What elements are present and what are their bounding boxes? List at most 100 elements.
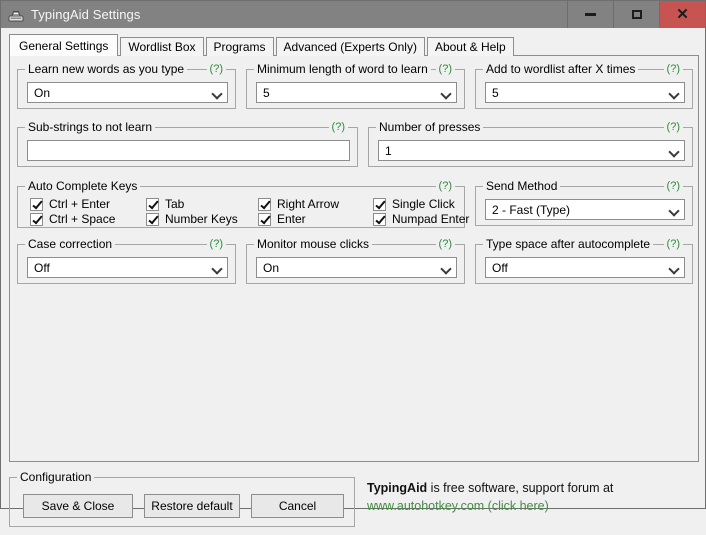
group-legend: Send Method [483,180,561,193]
minimum-length-combobox[interactable]: 5 [256,82,457,103]
promo-line: TypingAid is free software, support foru… [367,481,697,495]
chevron-down-icon [664,264,684,272]
group-add-to-wordlist: Add to wordlist after X times (?) 5 [475,62,693,109]
group-send-method: Send Method (?) 2 - Fast (Type) [475,179,693,226]
client-area: General Settings Wordlist Box Programs A… [1,28,705,527]
group-substrings-not-learn: Sub-strings to not learn (?) [17,120,358,167]
general-settings-panel: Learn new words as you type (?) On Minim… [9,55,699,462]
group-case-correction: Case correction (?) Off [17,237,236,284]
typingaid-settings-window: TypingAid Settings ✕ General Settings Wo… [0,0,706,527]
help-icon[interactable]: (?) [328,120,348,134]
tab-label: Advanced (Experts Only) [283,40,417,54]
learn-new-words-combobox[interactable]: On [27,82,228,103]
checkbox-label: Single Click [392,197,455,211]
checkbox-single-click[interactable]: Single Click [373,197,455,211]
tab-advanced[interactable]: Advanced (Experts Only) [275,37,425,56]
close-button[interactable]: ✕ [659,1,705,28]
group-legend: Type space after autocomplete [483,238,654,251]
help-icon[interactable]: (?) [663,237,683,251]
help-icon[interactable]: (?) [435,237,455,251]
help-icon[interactable]: (?) [663,62,683,76]
checkbox-tab[interactable]: Tab [146,197,184,211]
number-of-presses-combobox[interactable]: 1 [378,140,685,161]
combobox-value: Off [34,260,50,275]
group-legend: Auto Complete Keys [25,180,141,193]
checkbox-label: Enter [277,212,306,226]
window-title: TypingAid Settings [31,7,141,22]
cancel-button[interactable]: Cancel [251,494,344,518]
promo-tagline: is free software, support forum at [427,481,614,495]
add-to-wordlist-combobox[interactable]: 5 [485,82,685,103]
restore-default-button[interactable]: Restore default [144,494,240,518]
chevron-down-icon [664,147,684,155]
group-legend: Case correction [25,238,116,251]
help-icon[interactable]: (?) [663,179,683,193]
promo-text-block: TypingAid is free software, support foru… [367,481,697,513]
help-icon[interactable]: (?) [435,179,455,193]
tab-label: Programs [213,40,266,54]
help-icon[interactable]: (?) [206,237,226,251]
tab-wordlist-box[interactable]: Wordlist Box [120,37,204,56]
checkbox-ctrl-space[interactable]: Ctrl + Space [30,212,115,226]
chevron-down-icon [664,206,684,214]
tab-label: General Settings [19,38,109,53]
help-icon[interactable]: (?) [663,120,683,134]
checkbox-box [258,197,271,211]
close-icon: ✕ [676,6,689,23]
maximize-icon [631,10,642,19]
chevron-down-icon [207,89,227,97]
tab-strip: General Settings Wordlist Box Programs A… [9,34,516,56]
send-method-combobox[interactable]: 2 - Fast (Type) [485,199,685,220]
checkbox-number-keys[interactable]: Number Keys [146,212,238,226]
group-number-of-presses: Number of presses (?) 1 [368,120,693,167]
checkbox-numpad-enter[interactable]: Numpad Enter [373,212,469,226]
group-auto-complete-keys: Auto Complete Keys (?) Ctrl + Enter Ctrl… [17,179,469,228]
group-legend: Configuration [17,471,95,484]
group-monitor-mouse-clicks: Monitor mouse clicks (?) On [246,237,465,284]
combobox-value: Off [492,260,508,275]
chevron-down-icon [436,89,456,97]
tab-about-help[interactable]: About & Help [426,37,514,56]
bottom-bar: Configuration Save & Close Restore defau… [1,469,706,535]
checkbox-label: Ctrl + Space [49,212,116,226]
checkbox-enter[interactable]: Enter [258,212,306,226]
checkbox-ctrl-enter[interactable]: Ctrl + Enter [30,197,110,211]
checkbox-box [146,212,159,226]
title-bar-left: TypingAid Settings [1,1,567,28]
tab-label: About & Help [434,40,506,54]
combobox-value: 5 [263,85,270,100]
checkbox-box [373,197,386,211]
group-type-space-after-autocomplete: Type space after autocomplete (?) Off [475,237,693,284]
checkbox-right-arrow[interactable]: Right Arrow [258,197,339,211]
autohotkey-link[interactable]: www.autohotkey.com (click here) [367,499,697,513]
combobox-value: 1 [385,143,392,158]
minimize-button[interactable] [567,1,613,28]
typewriter-icon [8,7,24,23]
checkbox-label: Right Arrow [277,197,340,211]
checkbox-box [30,212,43,226]
substrings-input[interactable] [27,140,350,161]
group-legend: Learn new words as you type [25,63,188,76]
help-icon[interactable]: (?) [206,62,226,76]
group-minimum-length: Minimum length of word to learn (?) 5 [246,62,465,109]
title-bar: TypingAid Settings ✕ [1,1,705,28]
save-and-close-button[interactable]: Save & Close [23,494,133,518]
monitor-mouse-clicks-combobox[interactable]: On [256,257,457,278]
combobox-value: 5 [492,85,499,100]
checkbox-box [258,212,271,226]
checkbox-label: Ctrl + Enter [49,197,111,211]
case-correction-combobox[interactable]: Off [27,257,228,278]
maximize-button[interactable] [613,1,659,28]
type-space-after-combobox[interactable]: Off [485,257,685,278]
checkbox-box [30,197,43,211]
tab-general-settings[interactable]: General Settings [9,34,119,56]
help-icon[interactable]: (?) [435,62,455,76]
group-legend: Monitor mouse clicks [254,238,373,251]
group-legend: Sub-strings to not learn [25,121,156,134]
chevron-down-icon [436,264,456,272]
group-legend: Add to wordlist after X times [483,63,639,76]
checkbox-label: Tab [165,197,185,211]
tab-programs[interactable]: Programs [205,37,274,56]
promo-brand: TypingAid [367,481,428,495]
group-legend: Number of presses [376,121,484,134]
